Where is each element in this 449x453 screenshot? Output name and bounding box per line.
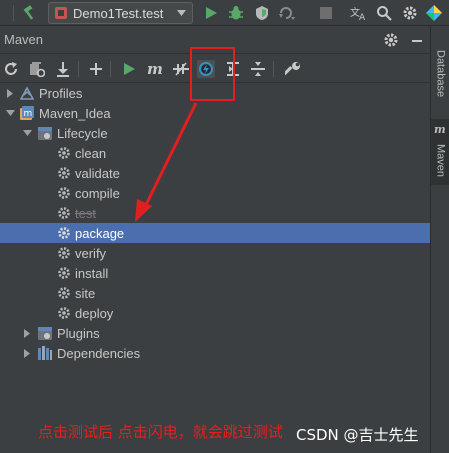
watermark: CSDN @吉士先生 [296,426,419,444]
annotation-arrow [135,102,198,222]
annotation-caption: 点击测试后 点击闪电，就会跳过测试 [38,423,283,441]
